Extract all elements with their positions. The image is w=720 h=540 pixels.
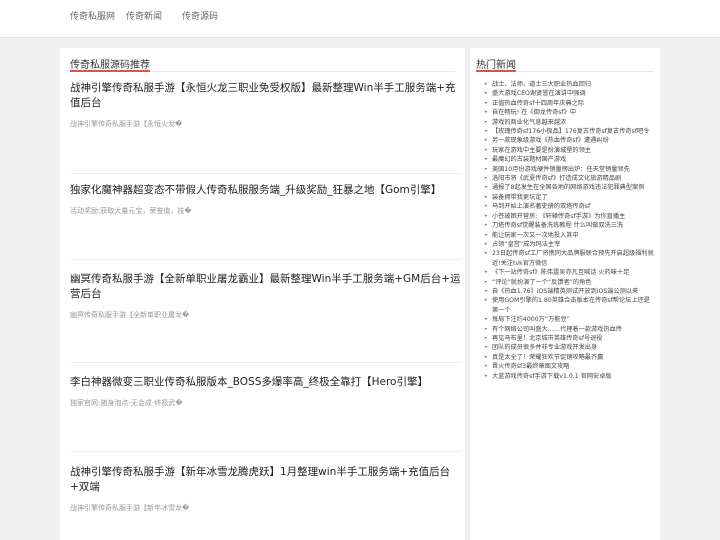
article-title[interactable]: 幽冥传奇私服手游【全新单职业屠龙霸业】最新整理Win半手工服务端+GM后台+运营…: [70, 272, 462, 302]
article-excerpt: 幽冥传奇私服手游【全新单职业屠龙�: [70, 311, 190, 319]
main-heading: 传奇私服源码推荐: [70, 60, 150, 71]
news-item[interactable]: 晋火传奇sf3最终章图文攻略: [484, 362, 656, 372]
news-item[interactable]: 玩家在游戏中主要是扮演城堡的领主: [484, 146, 656, 156]
sidebar: 热门新闻 战士、法师、道士三大职业热血回归盛大游戏CEO谢贤誉在演讲中强调正值热…: [470, 48, 660, 540]
article-divider: [70, 362, 462, 363]
top-nav: 传奇私服网 传奇新闻 传奇源码: [0, 0, 720, 38]
article-excerpt: 独家官网:随身泡点-无会成-终极武�: [70, 399, 183, 407]
news-item[interactable]: 游戏的商业化气息越来越浓: [484, 118, 656, 128]
article-item: 独家化魔神器超变态不带假人传奇私服服务端_升级奖励_狂暴之地【Gom引擎】 活动…: [70, 183, 462, 260]
news-item[interactable]: 团队的成员很多并非专业游戏开发出身: [484, 343, 656, 353]
news-item[interactable]: 占领“皇宫”成为玛法主宰: [484, 240, 656, 250]
article-excerpt: 活动奖励:获取大量元宝，荣誉值，技�: [70, 207, 192, 215]
article-divider: [70, 451, 462, 452]
news-item[interactable]: 真是太全了！荣耀狂欢节促销攻略最齐赢: [484, 353, 656, 363]
news-item[interactable]: 通报了8起发生在全国各地的网络游戏违法犯罪典型案例: [484, 183, 656, 193]
news-item[interactable]: 另一款现象级游戏《热血传奇sf》遭遇纠纷: [484, 136, 656, 146]
sidebar-heading-accent: [476, 70, 516, 72]
article-item: 李白神器微变三职业传奇私服版本_BOSS多爆率高_终极全靠打【Hero引擎】 独…: [70, 375, 462, 452]
news-item[interactable]: 战士、法师、道士三大职业热血回归: [484, 80, 656, 90]
news-item[interactable]: 洛阳市将《武夏传奇sf》打造成文化旅游精品剧: [484, 174, 656, 184]
article-divider: [70, 259, 462, 260]
main-heading-accent: [70, 70, 150, 72]
article-divider: [70, 173, 462, 174]
article-item: 幽冥传奇私服手游【全新单职业屠龙霸业】最新整理Win半手工服务端+GM后台+运营…: [70, 272, 462, 363]
news-item[interactable]: 使用GOM引擎的1.80英雄合击版本在传奇sf帮论坛上还是第一个: [484, 296, 656, 315]
news-item[interactable]: 【玫瑰传奇sf176小极品】176复古传奇sf复古传奇sf吧令: [484, 127, 656, 137]
main-content: 传奇私服源码推荐 战神引擎传奇私服手游【永恒火龙三职业免受权版】最新整理Win半…: [60, 48, 465, 540]
news-item[interactable]: 最魔幻的古装题材国产游戏: [484, 155, 656, 165]
news-item[interactable]: 美国10月份游戏硬件销量榜出炉：任天堂销量领先: [484, 165, 656, 175]
article-title[interactable]: 独家化魔神器超变态不带假人传奇私服服务端_升级奖励_狂暴之地【Gom引擎】: [70, 183, 462, 198]
news-item[interactable]: 23日起传奇sf工厂将携同大品牌服联合预先开启超级福利就近!关注tvk官方微信: [484, 249, 656, 268]
news-item[interactable]: 刀塔传奇sf觉醒装备洗练教程 什么叫做双洗三洗: [484, 221, 656, 231]
nav-item-news[interactable]: 传奇新闻: [126, 9, 162, 22]
news-item[interactable]: 自《热血1.76》iOS端精英测试开放到iOS端公测以来: [484, 287, 656, 297]
article-item: 战神引擎传奇私服手游【永恒火龙三职业免受权版】最新整理Win半手工服务端+充值后…: [70, 81, 462, 174]
news-item[interactable]: 自在畅玩! 在《御龙传奇sf》中: [484, 108, 656, 118]
article-excerpt: 战神引擎传奇私服手游【永恒火龙�: [70, 120, 183, 128]
nav-item-source[interactable]: 传奇源码: [182, 9, 218, 22]
news-item[interactable]: “评论”就扮演了一个“反馈者”的角色: [484, 278, 656, 288]
news-item[interactable]: 装备拥带我更坑定了: [484, 193, 656, 203]
article-excerpt: 战神引擎传奇私服手游【新年冰雪龙�: [70, 504, 190, 512]
article-title[interactable]: 战神引擎传奇私服手游【永恒火龙三职业免受权版】最新整理Win半手工服务端+充值后…: [70, 81, 462, 111]
news-item[interactable]: 小苍被困开营房: 《轩辕传奇sf手游》为你直播主: [484, 212, 656, 222]
news-item[interactable]: 《下一站传奇sf》陈伟霆吴亦凡互喊话 火药味十足: [484, 268, 656, 278]
sidebar-heading: 热门新闻: [476, 60, 516, 71]
article-title[interactable]: 李白神器微变三职业传奇私服版本_BOSS多爆率高_终极全靠打【Hero引擎】: [70, 375, 462, 390]
nav-item-home[interactable]: 传奇私服网: [70, 9, 115, 22]
news-item[interactable]: 有个网络公司叫盛大……代理着一款游戏热血传: [484, 325, 656, 335]
news-item[interactable]: 再见马布里！北京城市英雄传奇sf号退役: [484, 334, 656, 344]
news-item[interactable]: 马到开始上演名著史册的双塔传奇sf: [484, 202, 656, 212]
news-item[interactable]: 能让玩家一次又一次地投入其中: [484, 231, 656, 241]
news-item[interactable]: 正值热血传奇sf十四周年庆典之际: [484, 99, 656, 109]
article-item: 战神引擎传奇私服手游【新年冰雪龙腾虎跃】1月整理win半手工服务端+充值后台+双…: [70, 465, 462, 513]
article-title[interactable]: 战神引擎传奇私服手游【新年冰雪龙腾虎跃】1月整理win半手工服务端+充值后台+双…: [70, 465, 462, 495]
news-item[interactable]: 大蓝游戏传奇sf手游下载v1.0.1 官网安卓版: [484, 372, 656, 382]
news-item[interactable]: 盛大游戏CEO谢贤誉在演讲中强调: [484, 89, 656, 99]
hot-news-list: 战士、法师、道士三大职业热血回归盛大游戏CEO谢贤誉在演讲中强调正值热血传奇sf…: [484, 80, 656, 381]
news-item[interactable]: 每局下注约4000万“万能豆”: [484, 315, 656, 325]
